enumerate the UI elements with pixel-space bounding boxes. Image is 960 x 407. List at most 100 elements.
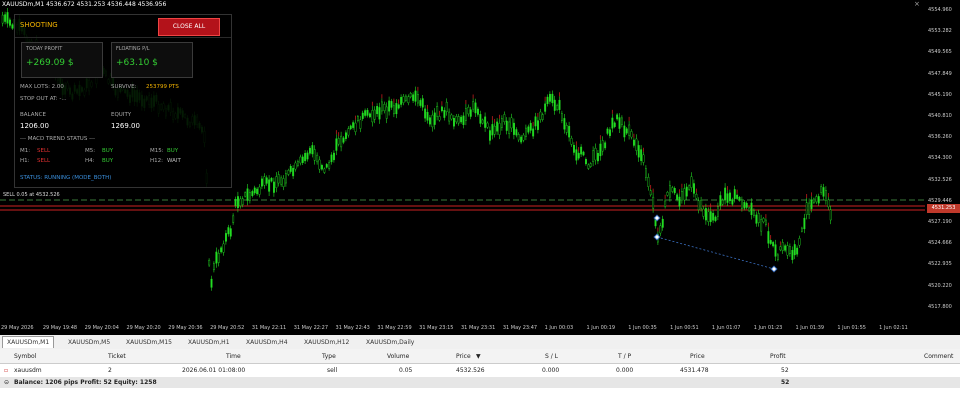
candle-body — [426, 111, 429, 121]
candle-body — [229, 228, 232, 237]
col-time[interactable]: Time — [226, 353, 241, 360]
close-all-button[interactable]: CLOSE ALL — [158, 18, 220, 36]
candle-body — [527, 126, 530, 133]
candle-body — [493, 125, 496, 135]
trend-direction: WAIT — [167, 158, 181, 164]
candle-body — [688, 185, 691, 190]
col-type[interactable]: Type — [322, 353, 336, 360]
close-chart-icon[interactable]: × — [914, 0, 920, 8]
col-profit[interactable]: Profit — [770, 353, 786, 360]
candle-body — [241, 198, 244, 205]
candle-body — [700, 199, 703, 209]
chart-tab[interactable]: XAUUSDm,H1 — [184, 337, 234, 348]
candle-body — [481, 119, 484, 124]
candle-body — [803, 217, 806, 230]
candle-body — [414, 90, 417, 102]
candle-body — [587, 164, 590, 169]
candle-body — [268, 179, 271, 192]
sort-down-icon[interactable]: ▼ — [476, 353, 481, 360]
candle-body — [280, 177, 283, 185]
candle-body — [815, 196, 818, 203]
time-tick-label: 1 Jun 01:23 — [753, 325, 783, 331]
candle-body — [405, 95, 407, 101]
equity-label: EQUITY — [111, 112, 132, 118]
candle-body — [289, 166, 292, 172]
chart-tab[interactable]: XAUUSDm,H12 — [300, 337, 353, 348]
candle-body — [529, 122, 532, 131]
candle-body — [400, 97, 403, 105]
candle-body — [491, 124, 494, 136]
candle-body — [359, 119, 362, 129]
candle-body — [805, 202, 808, 215]
chart-tab[interactable]: XAUUSDm,M1 — [2, 336, 55, 348]
candle-body — [505, 120, 508, 131]
col-comment[interactable]: Comment — [924, 353, 953, 360]
candle-body — [220, 247, 223, 253]
col-sl[interactable]: S / L — [545, 353, 558, 360]
candle-body — [767, 231, 770, 244]
candle-body — [294, 162, 297, 170]
candle-body — [253, 187, 256, 194]
candle-body — [236, 196, 239, 208]
price-tick-label: 4554.960 — [928, 7, 952, 13]
candle-body — [714, 216, 717, 221]
chart-tab[interactable]: XAUUSDm,Daily — [362, 337, 418, 348]
candle-body — [685, 186, 688, 197]
candle-body — [393, 105, 395, 115]
candle-body — [275, 176, 278, 188]
macd-trend-title: --- MACD TREND STATUS --- — [20, 136, 96, 142]
candle-body — [227, 227, 230, 235]
candle-body — [1, 14, 4, 24]
candle-body — [757, 213, 760, 224]
chart-tab[interactable]: XAUUSDm,M5 — [64, 337, 114, 348]
time-tick-label: 1 Jun 02:11 — [879, 325, 908, 331]
candle-body — [429, 117, 431, 125]
candle-body — [616, 114, 619, 120]
trend-direction: BUY — [102, 148, 114, 154]
candle-body — [731, 199, 734, 205]
candle-body — [793, 244, 796, 256]
candle-body — [208, 259, 211, 266]
col-symbol[interactable]: Symbol — [14, 353, 36, 360]
candle-body — [760, 219, 763, 232]
col-volume[interactable]: Volume — [387, 353, 409, 360]
candle-body — [395, 103, 398, 115]
candle-body — [582, 151, 585, 156]
candle-body — [433, 112, 436, 125]
candle-body — [738, 197, 741, 201]
candle-body — [484, 116, 487, 128]
candle-body — [796, 247, 799, 255]
candle-body — [721, 199, 724, 205]
candle-body — [265, 177, 268, 184]
candle-body — [779, 246, 782, 251]
col-cur-price[interactable]: Price — [690, 353, 705, 360]
candle-body — [748, 207, 751, 212]
chart-tab[interactable]: XAUUSDm,M15 — [122, 337, 176, 348]
status-text: STATUS: RUNNING (MODE_BOTH) — [20, 175, 112, 181]
table-row[interactable]: ▫ xauusdm 2 2026.06.01 01:08:00 sell 0.0… — [0, 365, 960, 376]
col-price[interactable]: Price — [456, 353, 471, 360]
col-tp[interactable]: T / P — [618, 353, 631, 360]
candle-body — [383, 104, 386, 111]
candle-body — [402, 96, 405, 103]
candle-body — [417, 94, 419, 104]
candle-body — [613, 122, 616, 127]
candle-body — [585, 159, 587, 165]
candle-body — [474, 102, 477, 114]
time-tick-label: 29 May 20:04 — [84, 325, 119, 331]
table-header: Symbol Ticket Time Type Volume Price ▼ S… — [0, 349, 960, 364]
order-icon: ▫ — [4, 367, 9, 374]
candle-body — [769, 240, 772, 244]
col-ticket[interactable]: Ticket — [108, 353, 126, 360]
candle-body — [263, 176, 266, 186]
candle-body — [292, 167, 295, 177]
trend-direction: SELL — [37, 148, 51, 154]
chart-tab[interactable]: XAUUSDm,H4 — [242, 337, 292, 348]
summary-icon: ⊝ — [4, 379, 10, 386]
price-chart[interactable]: XAUUSDm,M1 4536.672 4531.253 4536.448 45… — [0, 0, 925, 323]
price-tick-label: 4547.849 — [928, 70, 952, 77]
trade-marker — [653, 233, 661, 241]
candle-body — [642, 154, 645, 163]
balance-label: BALANCE — [20, 112, 46, 118]
candle-body — [625, 128, 628, 134]
